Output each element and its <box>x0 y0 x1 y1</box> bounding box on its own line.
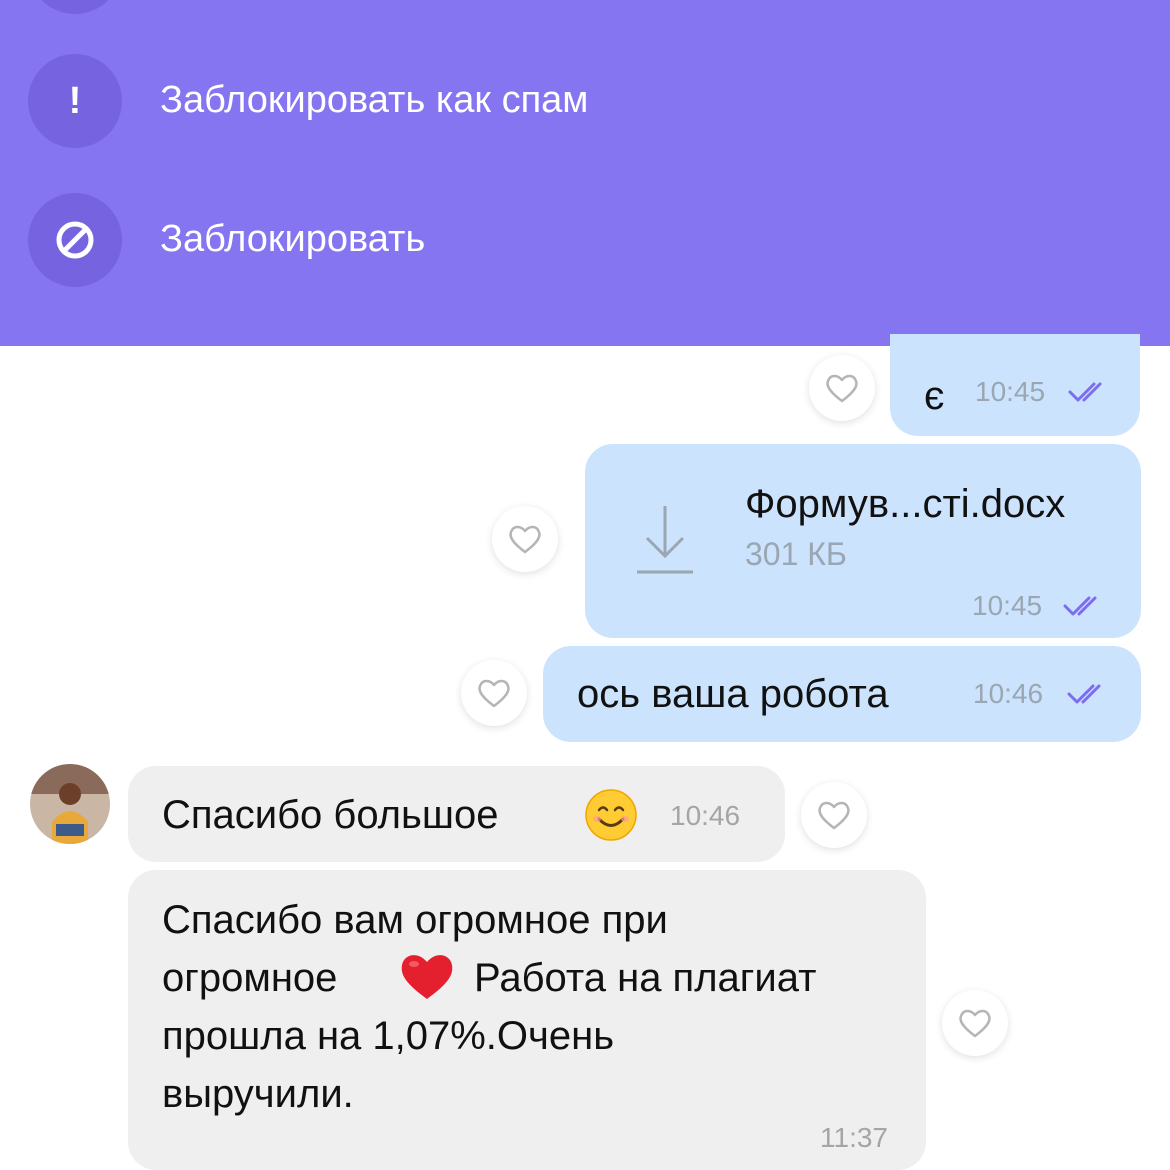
message-time: 10:46 <box>973 678 1044 709</box>
like-button[interactable] <box>809 355 875 421</box>
block-as-spam-label: Заблокировать как спам <box>160 79 589 121</box>
block-icon <box>28 193 122 287</box>
message-text: ось ваша робота <box>577 672 889 716</box>
block-as-spam-action[interactable]: ! Заблокировать как спам <box>0 51 1170 151</box>
like-button[interactable] <box>801 782 867 848</box>
outgoing-message[interactable]: є 10:45 <box>890 334 1140 436</box>
download-icon[interactable] <box>635 502 695 576</box>
block-action[interactable]: Заблокировать <box>0 190 1170 290</box>
message-time: 10:45 <box>975 376 1046 407</box>
partial-action-icon <box>28 0 122 14</box>
incoming-message[interactable]: Спасибо большое 10:46 <box>128 766 785 862</box>
message-time: 10:46 <box>670 800 741 831</box>
message-time: 10:45 <box>972 590 1043 621</box>
message-text: є <box>924 374 945 418</box>
heart-icon <box>509 525 541 554</box>
read-ticks-icon <box>1068 382 1102 402</box>
like-button[interactable] <box>461 660 527 726</box>
avatar[interactable] <box>30 764 110 844</box>
message-time: 11:37 <box>820 1122 888 1153</box>
red-heart-emoji-icon <box>401 955 453 999</box>
like-button[interactable] <box>942 990 1008 1056</box>
file-size: 301 КБ <box>745 536 847 572</box>
heart-icon <box>826 374 858 403</box>
message-text-line: огромное <box>162 956 338 1000</box>
incoming-message[interactable]: Спасибо вам огромное при огромное Работа… <box>128 870 926 1170</box>
outgoing-file-message[interactable]: Формув...сті.docx 301 КБ 10:45 <box>585 444 1141 638</box>
message-text-line: Спасибо вам огромное при <box>162 898 668 942</box>
exclamation-icon: ! <box>28 54 122 148</box>
message-text-line: Работа на плагиат <box>474 956 817 1000</box>
heart-icon <box>478 679 510 708</box>
message-text-line: выручили. <box>162 1072 354 1116</box>
file-name: Формув...сті.docx <box>745 482 1066 526</box>
heart-icon <box>818 801 850 830</box>
smiling-face-emoji-icon <box>585 789 637 841</box>
like-button[interactable] <box>492 506 558 572</box>
outgoing-message[interactable]: ось ваша робота 10:46 <box>543 646 1141 742</box>
message-text-line: прошла на 1,07%.Очень <box>162 1014 615 1058</box>
message-text: Спасибо большое <box>162 793 499 837</box>
read-ticks-icon <box>1063 596 1097 616</box>
contact-actions-panel: ! Заблокировать как спам Заблокировать <box>0 0 1170 346</box>
read-ticks-icon <box>1067 684 1101 704</box>
heart-icon <box>959 1009 991 1038</box>
block-label: Заблокировать <box>160 218 426 260</box>
